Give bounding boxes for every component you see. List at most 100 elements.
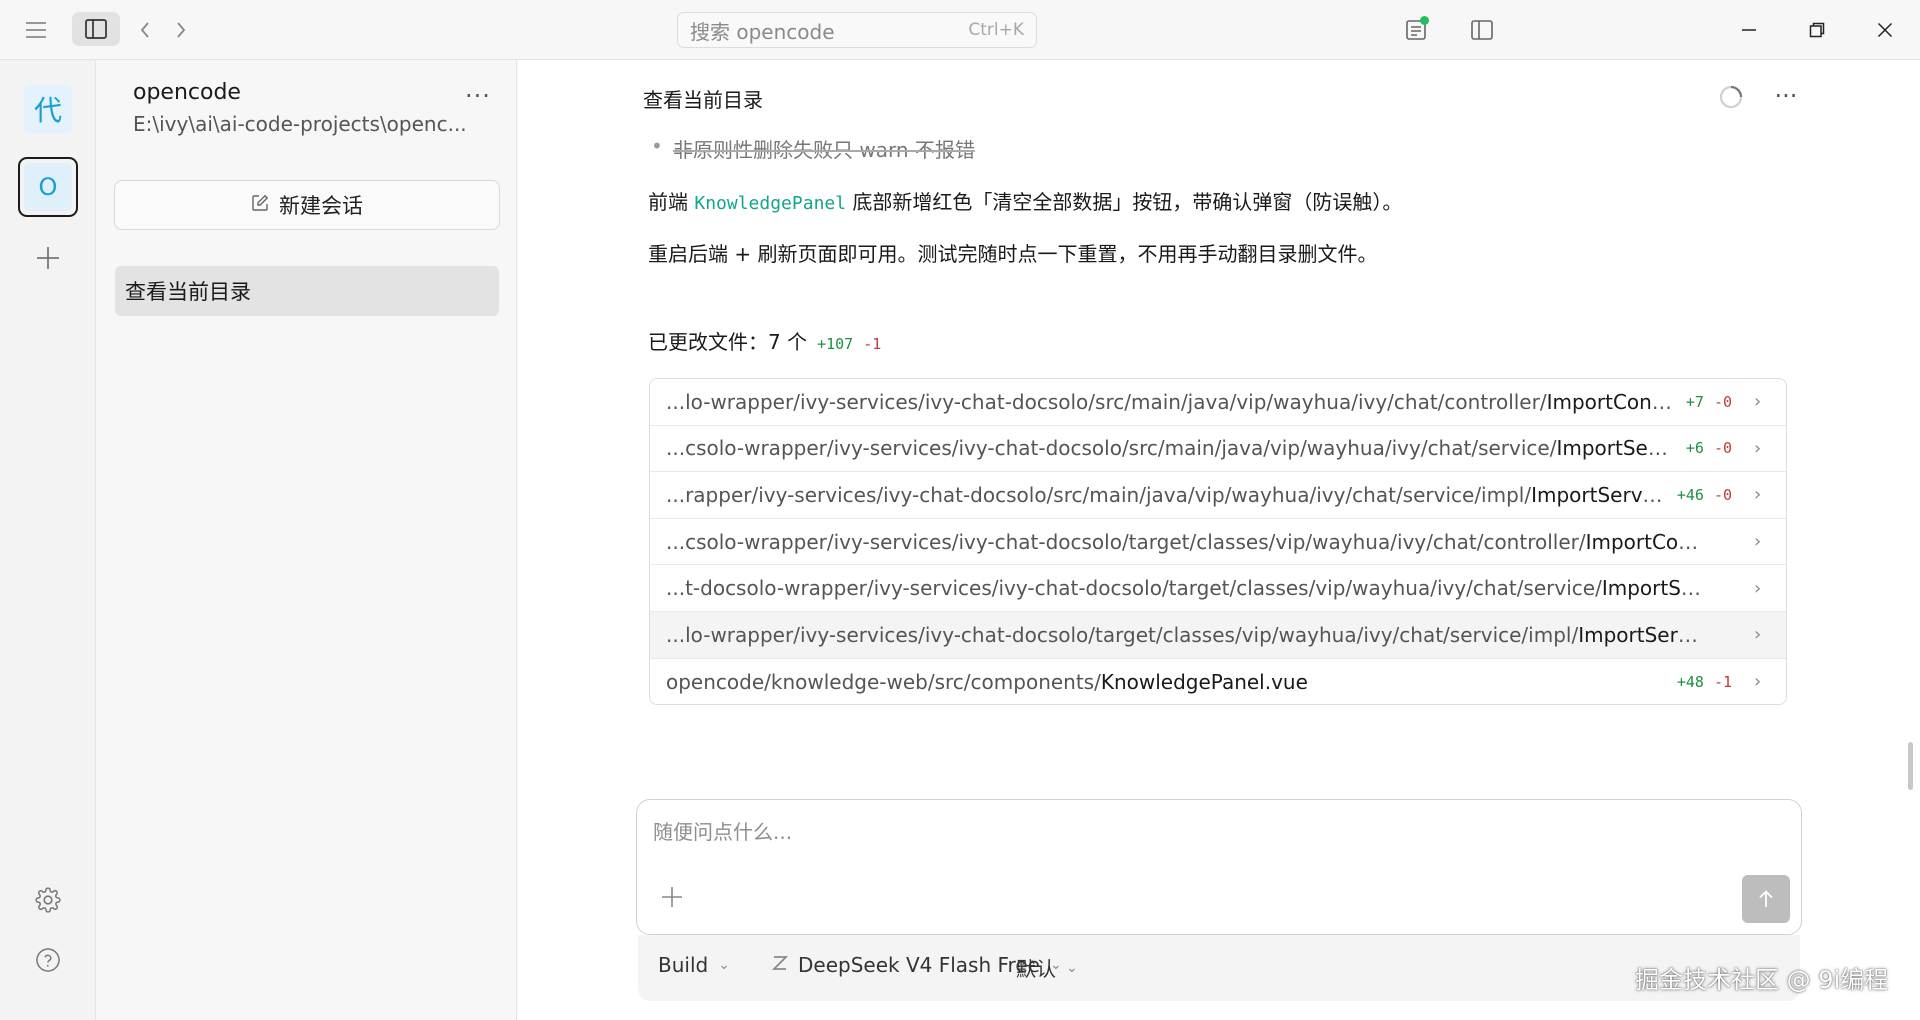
scrollbar-thumb[interactable] (1908, 742, 1913, 790)
file-name: ImportControlle... (1585, 529, 1708, 554)
side-panel-icon[interactable] (1464, 12, 1500, 48)
changed-files-summary: 已更改文件：7 个 +107 -1 (648, 326, 881, 355)
file-dir: ...lo-wrapper/ivy-services/ivy-chat-docs… (666, 622, 1579, 647)
composer-toolbar: Build ⌄ DeepSeek V4 Flash Free ⌄ 默认 ⌄ (638, 935, 1800, 1001)
file-name: ImportServiceIm... (1578, 622, 1708, 647)
file-deletions: -1 (1713, 672, 1732, 691)
conversation-more-button[interactable]: ··· (1770, 82, 1802, 110)
file-stats: +6 -0 (1686, 439, 1732, 457)
chevron-right-icon: › (1754, 531, 1762, 553)
session-title: 查看当前目录 (125, 280, 251, 304)
file-dir: ...rapper/ivy-services/ivy-chat-docsolo/… (666, 482, 1532, 507)
file-additions: +6 (1685, 439, 1704, 458)
project-more-button[interactable]: ··· (462, 82, 494, 110)
agent-select[interactable]: Build ⌄ (658, 953, 730, 977)
project-avatar-letter: O (24, 163, 72, 211)
file-path: ...csolo-wrapper/ivy-services/ivy-chat-d… (666, 436, 1672, 460)
search-placeholder: 搜索 opencode (690, 19, 835, 44)
search-shortcut: Ctrl+K (968, 20, 1024, 40)
session-item[interactable]: 查看当前目录 (115, 266, 499, 316)
inline-code: KnowledgePanel (694, 193, 847, 214)
mode-select[interactable]: 默认 ⌄ (1016, 953, 1078, 982)
sidebar-toggle-icon[interactable] (72, 12, 120, 46)
edit-icon (251, 193, 269, 217)
file-deletions: -0 (1713, 439, 1732, 458)
file-name: ImportControll... (1546, 389, 1672, 414)
chevron-right-icon: › (1754, 391, 1762, 413)
search-input[interactable]: 搜索 opencode Ctrl+K (677, 12, 1037, 48)
gear-icon[interactable] (30, 882, 66, 918)
chevron-right-icon: › (1754, 624, 1762, 646)
file-path: ...csolo-wrapper/ivy-services/ivy-chat-d… (666, 530, 1708, 554)
message-composer (636, 799, 1802, 935)
conversation-title: 查看当前目录 (643, 88, 763, 112)
hamburger-menu-icon[interactable] (18, 14, 54, 46)
session-sidebar: opencode E:\ivy\ai\ai-code-projects\open… (97, 60, 517, 1020)
workspace-avatar[interactable]: 代 (24, 85, 72, 133)
agent-label: Build (658, 953, 709, 977)
model-label: DeepSeek V4 Flash Free (798, 953, 1040, 977)
chevron-left-icon[interactable] (130, 14, 160, 46)
window-restore-icon[interactable] (1796, 10, 1838, 50)
file-row[interactable]: opencode/knowledge-web/src/components/Kn… (650, 659, 1786, 704)
watermark: 掘金技术社区 @ 9i编程 (1635, 966, 1889, 994)
file-path: ...t-docsolo-wrapper/ivy-services/ivy-ch… (666, 576, 1708, 600)
additions-count: +107 (817, 335, 854, 353)
paragraph-text: 底部新增红色「清空全部数据」按钮，带确认弹窗（防误触）。 (846, 190, 1403, 214)
model-provider-icon (771, 953, 789, 977)
message-paragraph: 重启后端 + 刷新页面即可用。测试完随时点一下重置，不用再手动翻目录删文件。 (648, 242, 1378, 266)
file-row[interactable]: ...csolo-wrapper/ivy-services/ivy-chat-d… (650, 519, 1786, 566)
deletions-count: -1 (863, 335, 882, 353)
bullet-text: 非原则性删除失败只 warn 不报错 (651, 134, 975, 163)
file-path: ...lo-wrapper/ivy-services/ivy-chat-docs… (666, 390, 1672, 414)
file-path: opencode/knowledge-web/src/components/Kn… (666, 670, 1663, 694)
paragraph-text: 前端 (648, 190, 695, 214)
file-dir: ...csolo-wrapper/ivy-services/ivy-chat-d… (666, 436, 1557, 461)
file-additions: +48 (1676, 672, 1704, 691)
chevron-right-icon: › (1754, 437, 1762, 459)
window-close-icon[interactable] (1864, 10, 1906, 50)
chevron-right-icon[interactable] (166, 14, 196, 46)
file-row[interactable]: ...csolo-wrapper/ivy-services/ivy-chat-d… (650, 426, 1786, 473)
help-icon[interactable] (30, 942, 66, 978)
file-dir: ...lo-wrapper/ivy-services/ivy-chat-docs… (666, 389, 1547, 414)
changed-files-label: 已更改文件：7 个 (648, 330, 808, 354)
file-row[interactable]: ...rapper/ivy-services/ivy-chat-docsolo/… (650, 472, 1786, 519)
file-name: ImportService.... (1601, 576, 1708, 601)
file-additions: +46 (1676, 485, 1704, 504)
file-stats: +48 -1 (1677, 673, 1732, 691)
new-session-label: 新建会话 (279, 194, 363, 218)
review-changes-icon[interactable] (1398, 12, 1434, 48)
chevron-down-icon: ⌄ (1066, 959, 1078, 976)
file-additions: +7 (1685, 392, 1704, 411)
file-deletions: -0 (1713, 485, 1732, 504)
plus-icon[interactable] (657, 882, 687, 912)
project-path: E:\ivy\ai\ai-code-projects\openc... (133, 112, 467, 136)
conversation-panel: 查看当前目录 ··· 非原则性删除失败只 warn 不报错 前端 Knowled… (518, 60, 1920, 1020)
chevron-right-icon: › (1754, 671, 1762, 693)
chevron-down-icon: ⌄ (718, 957, 730, 973)
file-name: ImportServiceI... (1531, 482, 1663, 507)
arrow-up-icon (1759, 890, 1773, 907)
status-dot (1420, 16, 1429, 25)
new-session-button[interactable]: 新建会话 (114, 180, 500, 230)
file-dir: ...csolo-wrapper/ivy-services/ivy-chat-d… (666, 529, 1586, 554)
prompt-input[interactable] (653, 816, 1753, 848)
window-minimize-icon[interactable] (1728, 10, 1770, 50)
file-dir: ...t-docsolo-wrapper/ivy-services/ivy-ch… (666, 576, 1602, 601)
workspace-rail: 代 O (0, 60, 96, 1020)
file-name: KnowledgePanel.vue (1100, 669, 1308, 694)
project-avatar-selected[interactable]: O (18, 157, 78, 217)
message-paragraph: 前端 KnowledgePanel 底部新增红色「清空全部数据」按钮，带确认弹窗… (648, 186, 1402, 215)
file-path: ...rapper/ivy-services/ivy-chat-docsolo/… (666, 483, 1663, 507)
file-row[interactable]: ...t-docsolo-wrapper/ivy-services/ivy-ch… (650, 565, 1786, 612)
chevron-right-icon: › (1754, 484, 1762, 506)
add-project-icon[interactable] (30, 240, 66, 276)
file-row[interactable]: ...lo-wrapper/ivy-services/ivy-chat-docs… (650, 379, 1786, 426)
loading-spinner-icon (1718, 84, 1744, 110)
send-button[interactable] (1742, 875, 1790, 923)
project-name: opencode (133, 80, 241, 105)
file-name: ImportServic... (1556, 436, 1672, 461)
file-row[interactable]: ...lo-wrapper/ivy-services/ivy-chat-docs… (650, 611, 1786, 659)
chevron-right-icon: › (1754, 577, 1762, 599)
